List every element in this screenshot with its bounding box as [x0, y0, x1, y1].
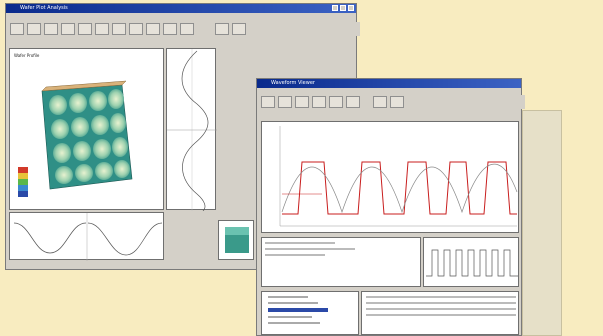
red-trace: [282, 161, 517, 215]
side-profile-plot: [167, 49, 217, 211]
toolbar-button[interactable]: [146, 23, 160, 35]
bottom-profile-plot: [13, 213, 163, 261]
side-profile-panel: [166, 48, 217, 211]
toolbar-button[interactable]: [95, 23, 109, 35]
color-scale-legend: [18, 167, 28, 197]
toolbar-button[interactable]: [27, 23, 41, 35]
maximize-button[interactable]: [340, 5, 346, 11]
left-window-title: Wafer Plot Analysis: [20, 5, 68, 11]
toolbar-button[interactable]: [10, 23, 24, 35]
gray-trace: [281, 163, 518, 214]
toolbar-button[interactable]: [278, 96, 292, 108]
square-wave-panel: [423, 237, 519, 287]
results-table: [361, 291, 519, 335]
table-rows: [366, 296, 516, 316]
square-wave-plot: [426, 249, 518, 277]
small-preview-panel: [218, 220, 254, 260]
left-titlebar: Wafer Plot Analysis: [6, 4, 356, 13]
log-lines: [265, 242, 355, 256]
toolbar-button[interactable]: [44, 23, 58, 35]
log-panel: [261, 237, 421, 287]
tree-panel: [261, 291, 359, 335]
right-window-title: Waveform Viewer: [271, 80, 315, 86]
waveform-plot: [279, 126, 518, 227]
toolbar-button[interactable]: [215, 23, 229, 35]
toolbar-button[interactable]: [61, 23, 75, 35]
wafer-3d-plot: [18, 80, 133, 197]
right-titlebar: Waveform Viewer: [257, 79, 521, 88]
waveform-panel: [261, 121, 519, 233]
tree-items: [268, 296, 328, 324]
left-toolbar: [6, 22, 360, 36]
close-button[interactable]: [348, 5, 354, 11]
right-menubar: [257, 88, 521, 94]
toolbar-button[interactable]: [163, 23, 177, 35]
right-toolbar: [257, 95, 525, 109]
toolbar-button[interactable]: [261, 96, 275, 108]
left-menubar: [6, 13, 356, 19]
toolbar-button[interactable]: [373, 96, 387, 108]
toolbar-button[interactable]: [180, 23, 194, 35]
bottom-profile-panel: [9, 212, 164, 261]
toolbar-button[interactable]: [78, 23, 92, 35]
tool-palette: [522, 110, 562, 336]
toolbar-button[interactable]: [312, 96, 326, 108]
toolbar-button[interactable]: [112, 23, 126, 35]
toolbar-button[interactable]: [232, 23, 246, 35]
minimize-button[interactable]: [332, 5, 338, 11]
toolbar-button[interactable]: [346, 96, 360, 108]
wafer-thumbnail: [225, 227, 249, 253]
right-window: Waveform Viewer: [256, 78, 525, 336]
toolbar-button[interactable]: [295, 96, 309, 108]
toolbar-button[interactable]: [129, 23, 143, 35]
toolbar-button[interactable]: [329, 96, 343, 108]
toolbar-button[interactable]: [390, 96, 404, 108]
wafer-panel: Wafer Profile: [9, 48, 164, 210]
